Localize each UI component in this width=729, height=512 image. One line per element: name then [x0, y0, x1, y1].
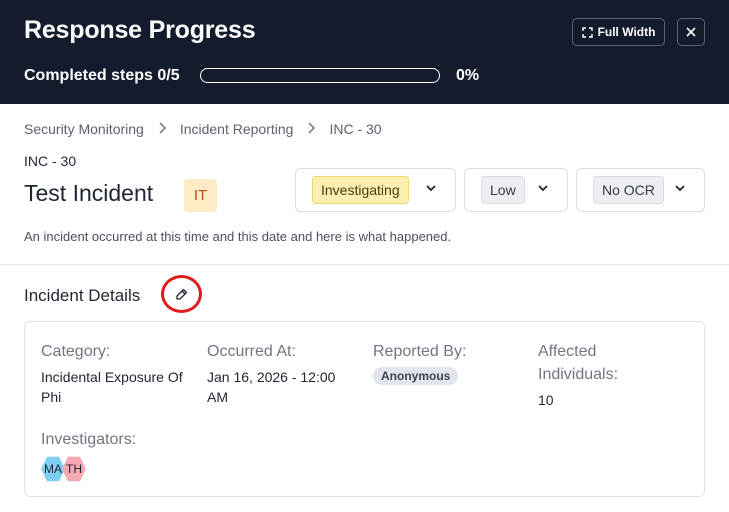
full-width-button[interactable]: Full Width — [572, 18, 665, 46]
investigators-avatars: MA TH — [41, 456, 101, 482]
breadcrumb-item-incident-reporting[interactable]: Incident Reporting — [180, 121, 294, 137]
investigators-label: Investigators: — [41, 431, 137, 448]
avatar[interactable]: MA — [41, 456, 65, 482]
progress-label: Completed steps 0/5 — [24, 67, 180, 84]
divider — [0, 264, 729, 265]
occurred-at-field: Occurred At: Jan 16, 2026 - 12:00 AM — [207, 340, 357, 407]
header-title: Response Progress — [24, 16, 256, 44]
reported-by-field: Reported By: Anonymous — [373, 340, 523, 385]
affected-individuals-value: 10 — [538, 392, 554, 408]
full-width-label: Full Width — [597, 25, 656, 39]
chevron-right-icon — [307, 121, 316, 137]
reported-by-label: Reported By: — [373, 343, 467, 360]
occurred-at-label: Occurred At: — [207, 343, 296, 360]
chevron-down-icon — [426, 185, 436, 192]
reported-by-badge: Anonymous — [373, 367, 459, 385]
expand-icon — [581, 26, 593, 38]
breadcrumb: Security Monitoring Incident Reporting I… — [24, 121, 382, 137]
incident-description: An incident occurred at this time and th… — [24, 229, 452, 244]
close-icon — [686, 27, 696, 37]
section-title: Incident Details — [24, 286, 141, 305]
avatar[interactable]: TH — [62, 456, 86, 482]
category-field: Category: Incidental Exposure Of Phi — [41, 340, 191, 407]
category-value: Incidental Exposure Of Phi — [41, 369, 183, 405]
severity-chip: Low — [481, 176, 525, 204]
chevron-right-icon — [158, 121, 166, 137]
breadcrumb-item-security-monitoring[interactable]: Security Monitoring — [24, 121, 144, 137]
incident-title: Test Incident — [24, 180, 154, 206]
incident-id: INC - 30 — [24, 153, 77, 169]
chevron-down-icon — [675, 185, 685, 192]
incident-details-card: Category: Incidental Exposure Of Phi Occ… — [24, 321, 705, 497]
affected-individuals-label: Affected Individuals: — [538, 343, 619, 383]
investigators-field: Investigators: — [41, 428, 241, 451]
severity-select[interactable]: Low — [464, 168, 568, 212]
category-label: Category: — [41, 343, 111, 360]
close-button[interactable] — [677, 18, 705, 46]
response-progress-header: Response Progress Full Width Completed s… — [0, 0, 729, 104]
edit-details-button[interactable] — [161, 275, 202, 313]
status-chip: Investigating — [312, 176, 409, 204]
progress-percent: 0% — [456, 67, 480, 84]
ocr-chip: No OCR — [593, 176, 664, 204]
occurred-at-value: Jan 16, 2026 - 12:00 AM — [207, 369, 336, 405]
breadcrumb-item-current: INC - 30 — [329, 121, 382, 137]
chevron-down-icon — [538, 185, 548, 192]
incident-initials-badge: IT — [184, 179, 217, 212]
ocr-select[interactable]: No OCR — [576, 168, 705, 212]
affected-individuals-field: Affected Individuals: 10 — [538, 340, 668, 410]
progress-bar — [200, 68, 440, 83]
edit-icon — [176, 288, 188, 300]
status-select[interactable]: Investigating — [295, 168, 456, 212]
